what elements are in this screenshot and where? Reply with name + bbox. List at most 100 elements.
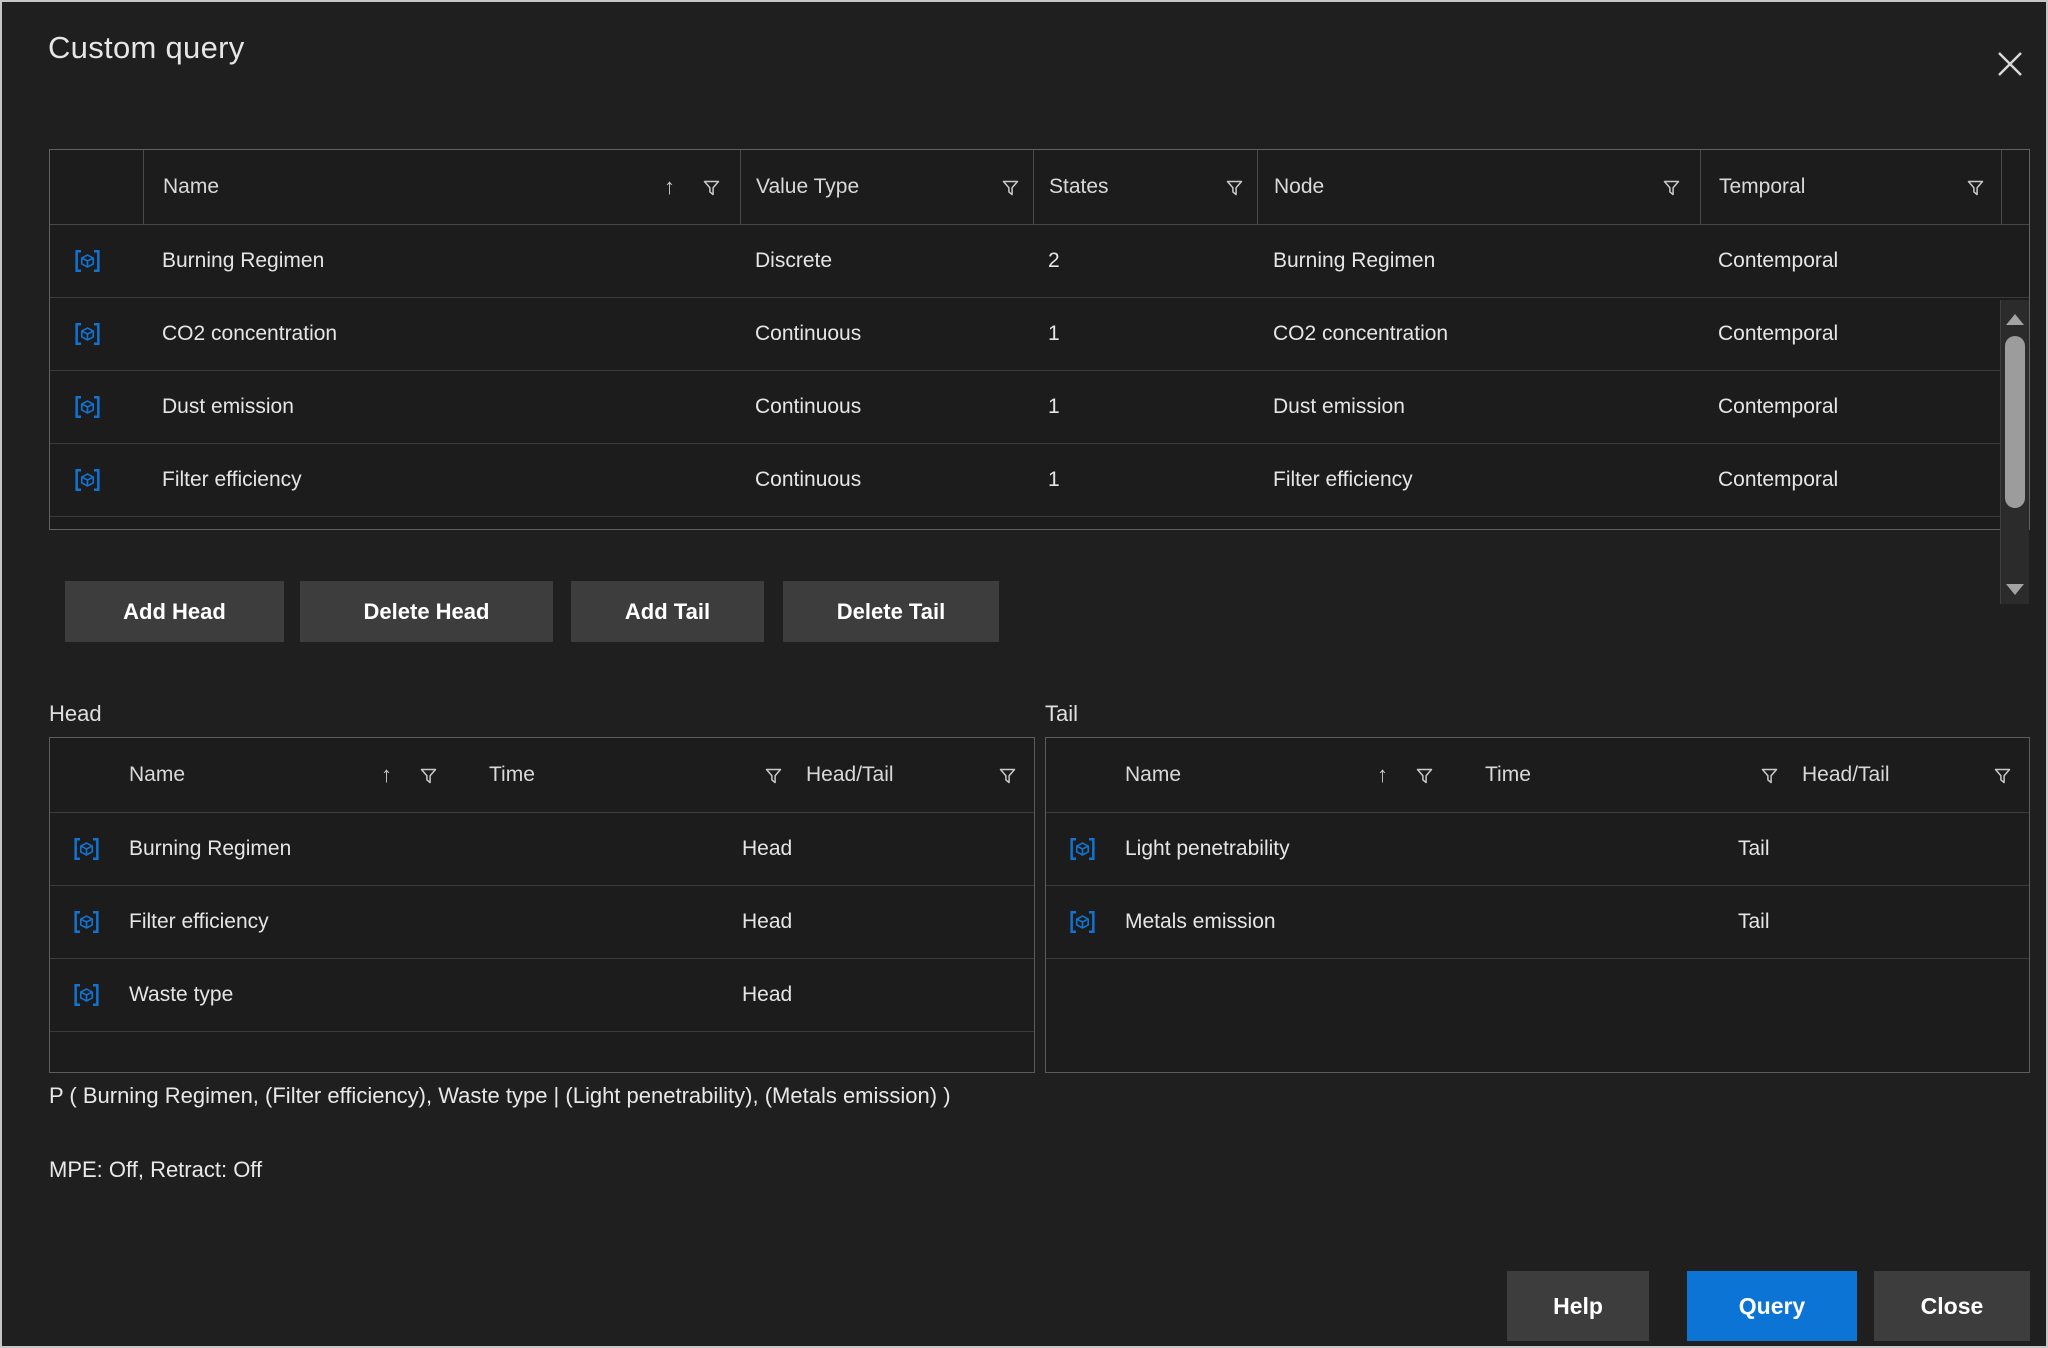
cell-value-type: Continuous <box>740 371 1033 443</box>
head-table: Name ↑ Time Head/Tail <box>49 737 1035 1073</box>
column-header-temporal[interactable]: Temporal <box>1700 150 2001 224</box>
cell-temporal: Contemporal <box>1700 225 2001 297</box>
node-link-icon <box>50 959 123 1031</box>
table-row[interactable]: Burning Regimen Head <box>50 813 1034 886</box>
delete-head-button[interactable]: Delete Head <box>300 581 553 642</box>
filter-icon[interactable] <box>701 177 722 198</box>
query-button[interactable]: Query <box>1687 1271 1857 1341</box>
node-link-icon <box>1046 813 1119 885</box>
table-row[interactable]: Filter efficiency Head <box>50 886 1034 959</box>
cell-name: Light penetrability <box>1119 813 1429 885</box>
sort-ascending-icon[interactable]: ↑ <box>664 174 675 200</box>
cell-temporal: Contemporal <box>1700 444 2001 516</box>
sort-ascending-icon[interactable]: ↑ <box>1377 762 1388 788</box>
cell-name: Waste type <box>123 959 433 1031</box>
cell-node: Burning Regimen <box>1257 225 1700 297</box>
cell-node: CO2 concentration <box>1257 298 1700 370</box>
filter-icon[interactable] <box>1661 177 1682 198</box>
node-link-icon <box>50 371 143 443</box>
tail-section-label: Tail <box>1045 701 1078 727</box>
cell-value-type: Continuous <box>740 444 1033 516</box>
column-header-icon <box>50 150 143 224</box>
cell-temporal: Contemporal <box>1700 371 2001 443</box>
cell-name: Filter efficiency <box>123 886 433 958</box>
variables-table: Name ↑ Value Type States <box>49 149 2030 530</box>
cell-name: Metals emission <box>1119 886 1429 958</box>
filter-icon[interactable] <box>1414 765 1435 786</box>
filter-icon[interactable] <box>1000 177 1021 198</box>
query-expression: P ( Burning Regimen, (Filter efficiency)… <box>49 1083 951 1109</box>
column-header-scroll-gutter <box>2001 150 2029 224</box>
delete-tail-button[interactable]: Delete Tail <box>783 581 999 642</box>
cell-states: 1 <box>1033 298 1257 370</box>
filter-icon[interactable] <box>1992 765 2013 786</box>
filter-icon[interactable] <box>997 765 1018 786</box>
column-header-name[interactable]: Name ↑ <box>1119 738 1451 812</box>
column-header-time[interactable]: Time <box>1451 738 1788 812</box>
variables-table-body: Burning Regimen Discrete 2 Burning Regim… <box>50 225 2029 529</box>
cell-node: Filter efficiency <box>1257 444 1700 516</box>
head-table-header: Name ↑ Time Head/Tail <box>50 738 1034 813</box>
column-header-head-tail[interactable]: Head/Tail <box>1788 738 2029 812</box>
table-row[interactable]: Light penetrability Tail <box>1046 813 2029 886</box>
filter-icon[interactable] <box>418 765 439 786</box>
node-link-icon <box>50 886 123 958</box>
cell-time <box>433 813 728 885</box>
table-row[interactable]: CO2 concentration Continuous 1 CO2 conce… <box>50 298 2029 371</box>
column-header-states[interactable]: States <box>1033 150 1257 224</box>
vertical-scrollbar[interactable] <box>2000 300 2029 604</box>
cell-states: 1 <box>1033 444 1257 516</box>
column-header-head-tail[interactable]: Head/Tail <box>792 738 1034 812</box>
table-row[interactable]: Waste type Head <box>50 959 1034 1032</box>
cell-value-type: Continuous <box>740 298 1033 370</box>
add-tail-button[interactable]: Add Tail <box>571 581 764 642</box>
table-row[interactable]: Metals emission Tail <box>1046 886 2029 959</box>
cell-states: 1 <box>1033 371 1257 443</box>
close-button[interactable] <box>1986 40 2034 88</box>
tail-table: Name ↑ Time Head/Tail <box>1045 737 2030 1073</box>
table-row[interactable]: Filter efficiency Continuous 1 Filter ef… <box>50 444 2029 517</box>
filter-icon[interactable] <box>1965 177 1986 198</box>
head-section-label: Head <box>49 701 102 727</box>
query-options: MPE: Off, Retract: Off <box>49 1157 262 1183</box>
column-header-node[interactable]: Node <box>1257 150 1700 224</box>
table-row[interactable]: Burning Regimen Discrete 2 Burning Regim… <box>50 225 2029 298</box>
cell-name: Burning Regimen <box>143 225 740 297</box>
cell-name: Filter efficiency <box>143 444 740 516</box>
scrollbar-thumb[interactable] <box>2005 336 2025 508</box>
column-header-value-type[interactable]: Value Type <box>740 150 1033 224</box>
cell-head-tail: Tail <box>1724 813 2029 885</box>
cell-name: Burning Regimen <box>123 813 433 885</box>
node-link-icon <box>1046 886 1119 958</box>
cell-head-tail: Head <box>728 959 1034 1031</box>
cell-head-tail: Head <box>728 813 1034 885</box>
cell-value-type: Discrete <box>740 225 1033 297</box>
node-link-icon <box>50 225 143 297</box>
cell-time <box>1429 813 1724 885</box>
cell-temporal: Contemporal <box>1700 298 2001 370</box>
filter-icon[interactable] <box>763 765 784 786</box>
close-icon <box>1994 48 2026 80</box>
column-header-time[interactable]: Time <box>455 738 792 812</box>
dialog-title: Custom query <box>48 30 245 66</box>
table-row[interactable]: Dust emission Continuous 1 Dust emission… <box>50 371 2029 444</box>
close-dialog-button[interactable]: Close <box>1874 1271 2030 1341</box>
filter-icon[interactable] <box>1224 177 1245 198</box>
scrollbar-down-icon[interactable] <box>2006 584 2024 595</box>
custom-query-dialog: Custom query Name ↑ Value Type <box>0 0 2048 1348</box>
cell-states: 2 <box>1033 225 1257 297</box>
node-link-icon <box>50 813 123 885</box>
filter-icon[interactable] <box>1759 765 1780 786</box>
node-link-icon <box>50 444 143 516</box>
column-header-name[interactable]: Name ↑ <box>143 150 740 224</box>
cell-head-tail: Head <box>728 886 1034 958</box>
tail-table-header: Name ↑ Time Head/Tail <box>1046 738 2029 813</box>
help-button[interactable]: Help <box>1507 1271 1649 1341</box>
scrollbar-up-icon[interactable] <box>2006 314 2024 325</box>
cell-head-tail: Tail <box>1724 886 2029 958</box>
cell-node: Dust emission <box>1257 371 1700 443</box>
cell-time <box>433 959 728 1031</box>
column-header-name[interactable]: Name ↑ <box>123 738 455 812</box>
add-head-button[interactable]: Add Head <box>65 581 284 642</box>
sort-ascending-icon[interactable]: ↑ <box>381 762 392 788</box>
